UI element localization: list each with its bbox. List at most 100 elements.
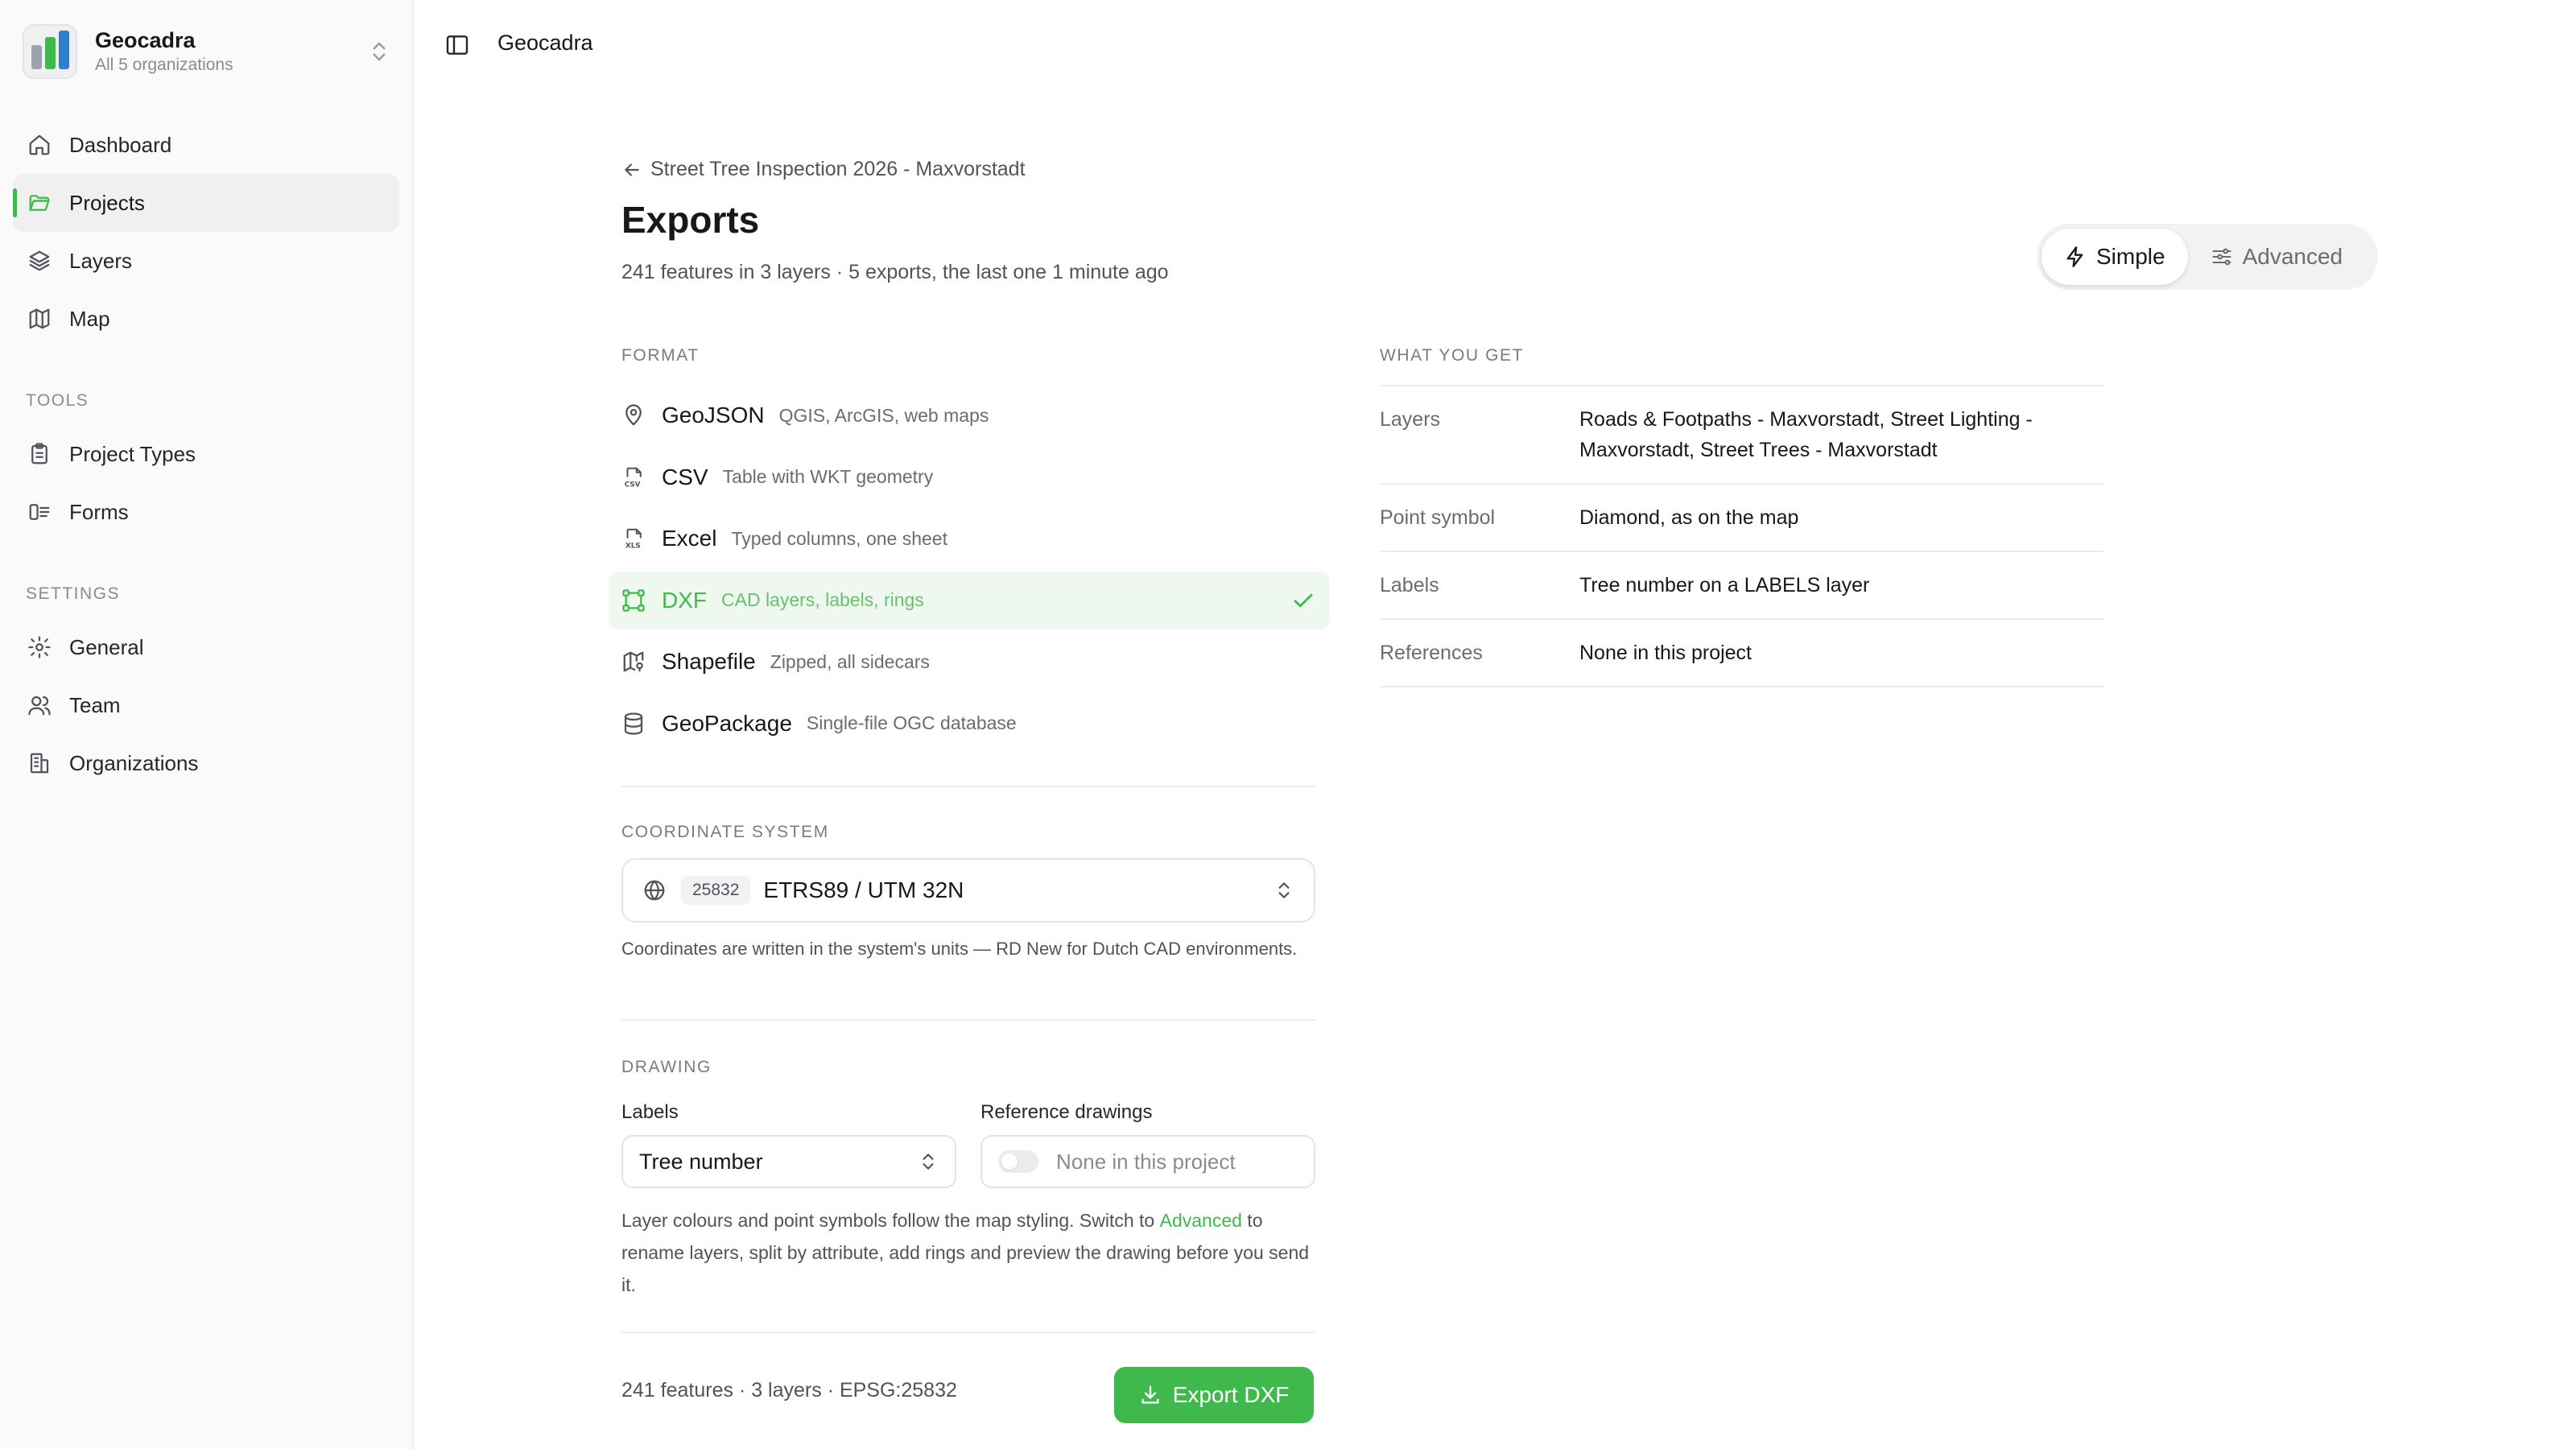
what-you-get-table: Layers Roads & Footpaths - Maxvorstadt, … <box>1380 385 2104 687</box>
reference-drawings-field: None in this project <box>980 1135 1315 1188</box>
chevron-up-down-icon <box>373 42 386 61</box>
sidebar-item-forms[interactable]: Forms <box>13 483 399 541</box>
reference-drawings-toggle[interactable] <box>998 1150 1038 1173</box>
svg-text:CSV: CSV <box>625 481 641 489</box>
format-section-label: FORMAT <box>621 346 700 365</box>
epsg-code-badge: 25832 <box>681 876 751 905</box>
coordinate-help-text: Coordinates are written in the system's … <box>621 939 1298 959</box>
format-desc: Table with WKT geometry <box>722 466 934 487</box>
sidebar-item-organizations[interactable]: Organizations <box>13 734 399 792</box>
divider <box>621 1019 1315 1021</box>
format-option-dxf[interactable]: DXF CAD layers, labels, rings <box>609 571 1330 630</box>
topbar-title: Geocadra <box>497 31 593 55</box>
home-icon <box>29 134 50 155</box>
format-desc: CAD layers, labels, rings <box>721 589 924 610</box>
sidebar-toggle-icon[interactable] <box>444 32 470 58</box>
reference-field-label: Reference drawings <box>980 1101 1153 1123</box>
coordinate-system-select[interactable]: 25832 ETRS89 / UTM 32N <box>621 858 1315 923</box>
sidebar-item-label: General <box>69 634 144 659</box>
settings-section-label: SETTINGS <box>26 584 121 603</box>
sidebar-item-label: Team <box>69 692 121 717</box>
back-link[interactable]: Street Tree Inspection 2026 - Maxvorstad… <box>621 158 1026 181</box>
format-option-excel[interactable]: XLS Excel Typed columns, one sheet <box>609 510 1330 568</box>
coordinate-section-label: COORDINATE SYSTEM <box>621 823 829 841</box>
sliders-icon <box>2212 248 2231 266</box>
mode-advanced-button[interactable]: Advanced <box>2188 229 2366 285</box>
table-row: Layers Roads & Footpaths - Maxvorstadt, … <box>1380 385 2104 485</box>
org-name: Geocadra <box>95 28 196 52</box>
table-row: Labels Tree number on a LABELS layer <box>1380 552 2104 620</box>
svg-text:XLS: XLS <box>625 542 641 550</box>
labels-field-label: Labels <box>621 1101 679 1123</box>
sidebar-item-projects[interactable]: Projects <box>13 174 399 232</box>
sidebar-item-label: Dashboard <box>69 132 172 157</box>
what-you-get-label: WHAT YOU GET <box>1380 346 1525 365</box>
reference-drawings-value: None in this project <box>1056 1149 1236 1174</box>
export-button-label: Export DXF <box>1172 1382 1290 1407</box>
divider <box>621 1331 1315 1333</box>
format-name: CSV <box>662 464 708 489</box>
format-option-csv[interactable]: CSV CSV Table with WKT geometry <box>609 448 1330 506</box>
users-icon <box>28 696 51 716</box>
sidebar-item-project-types[interactable]: Project Types <box>13 425 399 483</box>
org-switcher[interactable]: Geocadra All 5 organizations <box>23 21 391 82</box>
format-desc: Zipped, all sidecars <box>770 650 930 672</box>
map-fold-icon <box>623 651 644 672</box>
sidebar-item-dashboard[interactable]: Dashboard <box>13 116 399 174</box>
drawing-help-text: Layer colours and point symbols follow t… <box>621 1204 1315 1301</box>
format-desc: Typed columns, one sheet <box>731 527 947 549</box>
page-subtitle: 241 features in 3 layers · 5 exports, th… <box>621 261 1169 283</box>
export-dxf-button[interactable]: Export DXF <box>1114 1367 1314 1423</box>
table-row: References None in this project <box>1380 620 2104 687</box>
labels-select-value: Tree number <box>639 1149 763 1174</box>
divider <box>621 786 1315 787</box>
table-row: Point symbol Diamond, as on the map <box>1380 485 2104 552</box>
page-title: Exports <box>621 199 760 241</box>
row-key: Point symbol <box>1380 506 1496 529</box>
export-summary: 241 features · 3 layers · EPSG:25832 <box>621 1379 957 1402</box>
labels-select[interactable]: Tree number <box>621 1135 956 1188</box>
sidebar-item-label: Projects <box>69 190 145 215</box>
sidebar-item-label: Project Types <box>69 441 196 466</box>
xls-file-icon: XLS <box>625 528 642 550</box>
folder-icon <box>29 195 50 211</box>
mode-toggle: Simple Advanced <box>2037 224 2378 290</box>
mode-advanced-label: Advanced <box>2242 244 2343 269</box>
sidebar-item-team[interactable]: Team <box>13 676 399 734</box>
row-value: Diamond, as on the map <box>1579 506 1799 529</box>
mode-simple-label: Simple <box>2096 244 2165 269</box>
map-pin-icon <box>625 404 642 426</box>
form-icon <box>29 504 50 520</box>
format-name: GeoPackage <box>662 710 792 736</box>
sidebar-item-general[interactable]: General <box>13 618 399 676</box>
chevron-up-down-icon <box>1278 882 1290 898</box>
download-icon <box>1141 1385 1159 1404</box>
format-option-geojson[interactable]: GeoJSON QGIS, ArcGIS, web maps <box>609 386 1330 444</box>
sidebar-item-map[interactable]: Map <box>13 290 399 348</box>
lightning-icon <box>2066 246 2083 267</box>
mode-simple-button[interactable]: Simple <box>2041 229 2188 285</box>
advanced-link[interactable]: Advanced <box>1160 1210 1242 1231</box>
row-value: Roads & Footpaths - Maxvorstadt, Street … <box>1579 408 2033 461</box>
vector-square-icon <box>622 588 645 612</box>
row-key: Layers <box>1380 408 1441 431</box>
sidebar-item-label: Layers <box>69 248 133 273</box>
drawing-section-label: DRAWING <box>621 1058 712 1076</box>
csv-file-icon: CSV <box>625 467 642 489</box>
gear-icon <box>28 636 51 658</box>
format-option-shapefile[interactable]: Shapefile Zipped, all sidecars <box>609 633 1330 691</box>
format-desc: QGIS, ArcGIS, web maps <box>778 404 989 426</box>
back-link-label: Street Tree Inspection 2026 - Maxvorstad… <box>650 158 1026 180</box>
row-value: None in this project <box>1579 642 1752 664</box>
map-icon <box>29 308 50 329</box>
layers-icon <box>29 250 50 271</box>
sidebar-item-layers[interactable]: Layers <box>13 232 399 290</box>
format-name: Excel <box>662 526 717 551</box>
format-option-geopackage[interactable]: GeoPackage Single-file OGC database <box>609 695 1330 753</box>
row-key: Labels <box>1380 574 1439 597</box>
org-subtitle: All 5 organizations <box>95 56 233 74</box>
clipboard-icon <box>31 443 47 464</box>
tools-section-label: TOOLS <box>26 391 89 410</box>
chevron-up-down-icon <box>923 1154 934 1170</box>
sidebar-item-label: Forms <box>69 499 129 524</box>
